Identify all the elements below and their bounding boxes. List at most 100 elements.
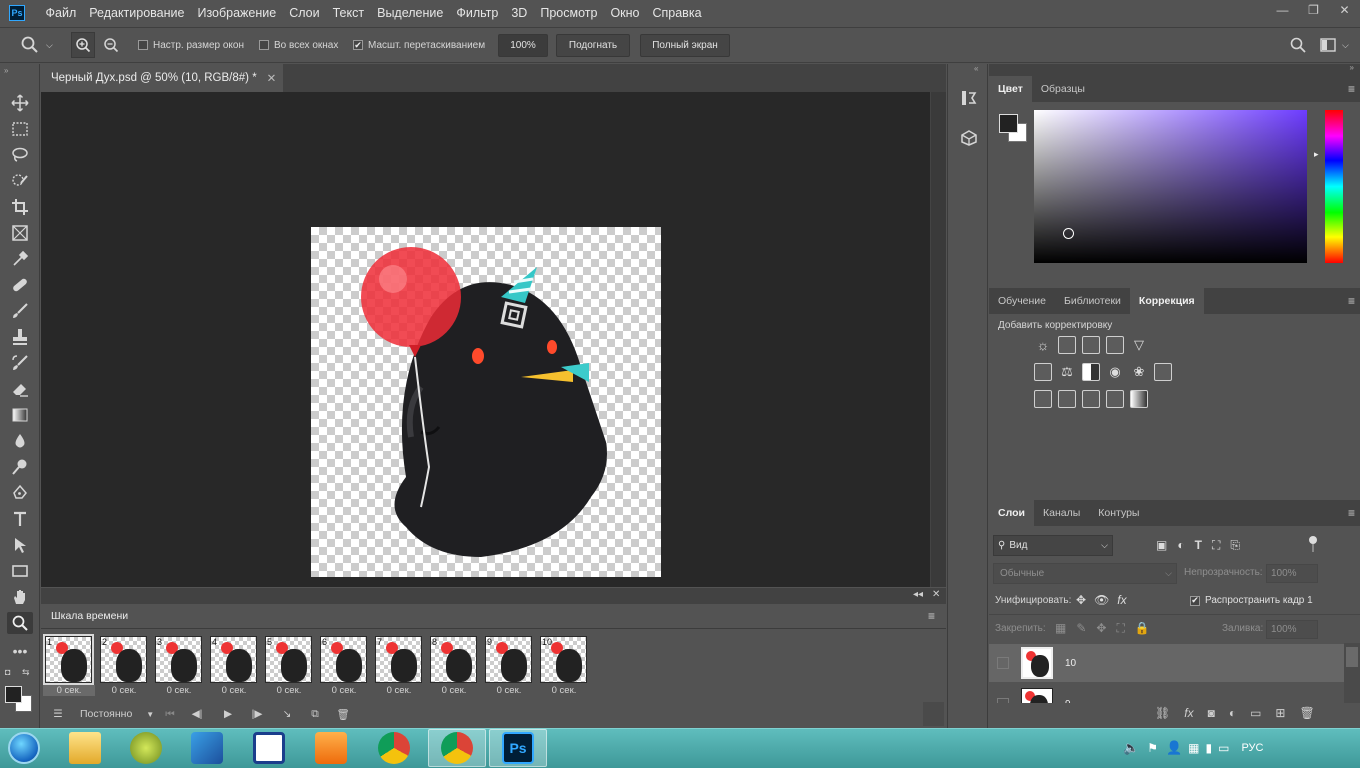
- taskbar-pdf[interactable]: [302, 729, 360, 767]
- frame-delay[interactable]: 0 сек.: [538, 685, 590, 696]
- user-icon[interactable]: 👤: [1166, 740, 1182, 756]
- menu-layers[interactable]: Слои: [283, 0, 326, 26]
- eraser-tool[interactable]: [7, 378, 33, 400]
- color-picker-cursor[interactable]: [1063, 228, 1074, 239]
- animation-frame[interactable]: 6 0 сек.: [318, 634, 370, 700]
- pen-tool[interactable]: [7, 482, 33, 504]
- collapse-icon[interactable]: ◂◂: [913, 589, 923, 600]
- close-button[interactable]: ✕: [1329, 0, 1360, 20]
- visibility-toggle[interactable]: [997, 698, 1009, 703]
- zoom-tool-preset[interactable]: ⌵: [20, 28, 53, 62]
- frame-delay[interactable]: 0 сек.: [153, 685, 205, 696]
- foreground-color-swatch[interactable]: [5, 686, 22, 703]
- layer-mask-icon[interactable]: ◙: [1208, 706, 1215, 720]
- unify-style-icon[interactable]: fx: [1117, 593, 1126, 607]
- tab-channels[interactable]: Каналы: [1034, 500, 1089, 526]
- loop-select[interactable]: Постоянно ▼: [80, 702, 154, 726]
- unify-visibility-icon[interactable]: 👁: [1094, 593, 1109, 607]
- frame-tool[interactable]: [7, 222, 33, 244]
- new-layer-icon[interactable]: ⊞: [1275, 706, 1285, 720]
- animation-frame[interactable]: 7 0 сек.: [373, 634, 425, 700]
- color-picker-field[interactable]: [1034, 110, 1307, 263]
- layer-name[interactable]: 9: [1065, 699, 1071, 704]
- posterize-icon[interactable]: [1058, 390, 1076, 408]
- layer-row[interactable]: 9: [989, 685, 1344, 703]
- fullscreen-button[interactable]: Полный экран: [640, 34, 730, 57]
- brush-tool[interactable]: [7, 300, 33, 322]
- animation-frame[interactable]: 1 0 сек.: [43, 634, 95, 700]
- blend-mode-select[interactable]: Обычные ⌵: [993, 563, 1177, 584]
- workspace-button[interactable]: ⌵: [1320, 28, 1349, 62]
- taskbar-explorer[interactable]: [56, 729, 114, 767]
- menu-image[interactable]: Изображение: [191, 0, 283, 26]
- lock-all-icon[interactable]: 🔒: [1135, 621, 1150, 636]
- display-icon[interactable]: ▭: [1218, 741, 1229, 755]
- tween-icon[interactable]: ↘: [279, 702, 295, 726]
- prev-frame-icon[interactable]: ◀|: [189, 702, 205, 726]
- convert-timeline-icon[interactable]: ☰: [48, 702, 68, 726]
- smart-object-filter-icon[interactable]: ⎘: [1230, 538, 1240, 553]
- document-canvas[interactable]: [311, 227, 661, 577]
- layer-name[interactable]: 10: [1065, 658, 1076, 669]
- play-icon[interactable]: ▶: [220, 702, 236, 726]
- lock-artboard-icon[interactable]: ⛶: [1116, 621, 1124, 636]
- frame-delay[interactable]: 0 сек.: [43, 685, 95, 696]
- close-document-icon[interactable]: ✕: [267, 71, 277, 85]
- curves-icon[interactable]: [1082, 336, 1100, 354]
- animation-frame[interactable]: 10 0 сек.: [538, 634, 590, 700]
- unify-position-icon[interactable]: ✥: [1076, 593, 1086, 607]
- animation-frame[interactable]: 9 0 сек.: [483, 634, 535, 700]
- trash-icon[interactable]: 🗑: [335, 702, 351, 726]
- taskbar-chrome[interactable]: [365, 729, 423, 767]
- panel-menu-icon[interactable]: ≡: [1348, 506, 1355, 520]
- battery-icon[interactable]: ▮: [1205, 741, 1212, 755]
- frame-delay[interactable]: 0 сек.: [208, 685, 260, 696]
- tab-learn[interactable]: Обучение: [989, 288, 1055, 314]
- trash-icon[interactable]: 🗑: [1299, 706, 1314, 720]
- flag-icon[interactable]: ⚑: [1147, 741, 1158, 755]
- hand-tool[interactable]: [7, 586, 33, 608]
- blur-tool[interactable]: [7, 430, 33, 452]
- healing-brush-tool[interactable]: [7, 274, 33, 296]
- quick-select-tool[interactable]: [7, 170, 33, 192]
- tab-color[interactable]: Цвет: [989, 76, 1032, 102]
- type-tool[interactable]: [7, 508, 33, 530]
- frame-delay[interactable]: 0 сек.: [373, 685, 425, 696]
- path-selection-tool[interactable]: [7, 534, 33, 556]
- menu-view[interactable]: Просмотр: [534, 0, 604, 26]
- group-folder-icon[interactable]: ▭: [1250, 706, 1261, 720]
- zoom-out-button[interactable]: [103, 28, 119, 62]
- fill-input[interactable]: 100%: [1266, 620, 1318, 639]
- minimize-button[interactable]: —: [1267, 0, 1298, 20]
- frame-delay[interactable]: 0 сек.: [483, 685, 535, 696]
- hue-slider[interactable]: [1325, 110, 1343, 263]
- taskbar-app-3[interactable]: [178, 729, 236, 767]
- filter-toggle[interactable]: [1308, 536, 1318, 554]
- hue-saturation-icon[interactable]: [1034, 363, 1052, 381]
- panel-menu-icon[interactable]: ≡: [1348, 82, 1355, 96]
- tab-swatches[interactable]: Образцы: [1032, 76, 1094, 102]
- lock-pixels-icon[interactable]: ✎: [1076, 621, 1086, 636]
- collapse-icon[interactable]: »: [4, 66, 8, 75]
- selective-color-icon[interactable]: [1106, 390, 1124, 408]
- hue-slider-arrow-icon[interactable]: ▸: [1314, 149, 1319, 160]
- marquee-tool[interactable]: [7, 118, 33, 140]
- timeline-tab[interactable]: Шкала времени: [41, 604, 139, 628]
- expand-icon[interactable]: »: [1350, 63, 1354, 72]
- taskbar-chrome-2[interactable]: [428, 729, 486, 767]
- panel-menu-icon[interactable]: ≡: [928, 609, 935, 623]
- menu-edit[interactable]: Редактирование: [83, 0, 191, 26]
- vibrance-icon[interactable]: ▽: [1130, 336, 1148, 354]
- tab-adjustments[interactable]: Коррекция: [1129, 288, 1204, 314]
- taskbar-photoshop[interactable]: Ps: [489, 729, 547, 767]
- history-brush-tool[interactable]: [7, 352, 33, 374]
- lock-transparency-icon[interactable]: ▦: [1055, 621, 1066, 636]
- dodge-tool[interactable]: [7, 456, 33, 478]
- all-windows-checkbox[interactable]: Во всех окнах: [259, 28, 338, 62]
- animation-frame[interactable]: 5 0 сек.: [263, 634, 315, 700]
- next-frame-icon[interactable]: |▶: [249, 702, 265, 726]
- stamp-tool[interactable]: [7, 326, 33, 348]
- tab-layers[interactable]: Слои: [989, 500, 1034, 526]
- layers-scrollbar[interactable]: [1344, 643, 1360, 703]
- frame-delay[interactable]: 0 сек.: [98, 685, 150, 696]
